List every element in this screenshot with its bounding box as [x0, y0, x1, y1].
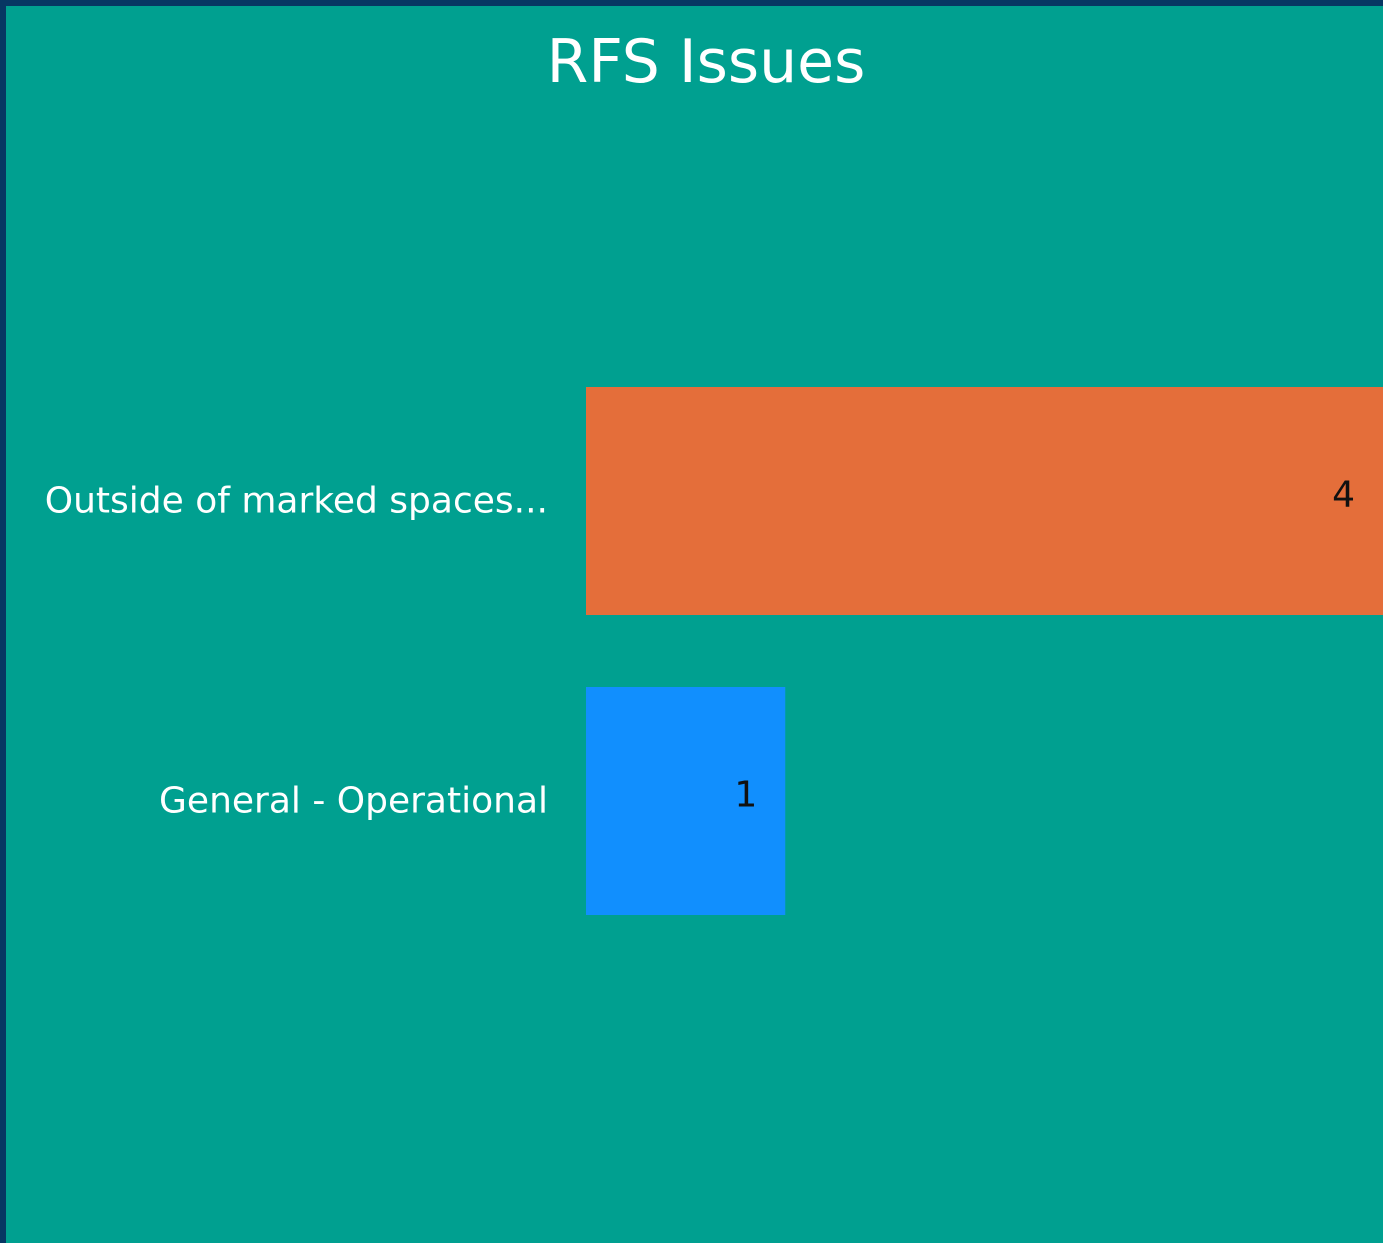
bar-chart: Outside of marked spaces... 4 General - Op… — [45, 387, 1383, 915]
bar-0 — [586, 387, 1383, 615]
chart-panel: RFS Issues Outside of marked spaces... 4 G… — [6, 6, 1383, 1243]
value-label-1: 1 — [734, 775, 757, 816]
value-label-0: 4 — [1332, 475, 1355, 516]
category-label-0: Outside of marked spaces... — [45, 481, 548, 522]
category-label-1: General - Operational — [159, 781, 548, 822]
